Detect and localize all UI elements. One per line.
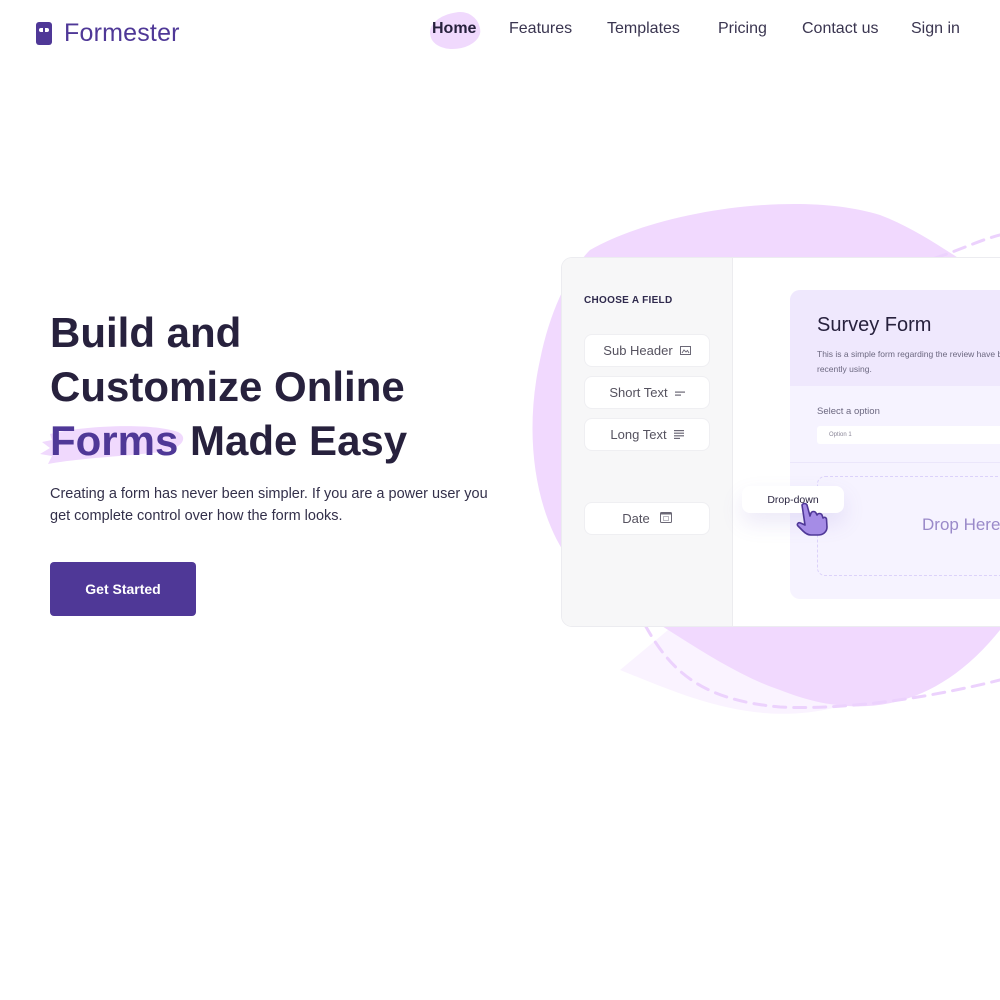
hero-title-accent: Forms	[50, 417, 179, 464]
long-text-icon	[673, 427, 684, 442]
form-description: This is a simple form regarding the revi…	[817, 349, 1000, 374]
field-label: Sub Header	[603, 343, 673, 358]
hand-pointer-icon	[796, 502, 828, 536]
form-title: Survey Form	[817, 314, 932, 336]
image-icon	[679, 343, 691, 358]
nav-home[interactable]: Home	[432, 20, 476, 38]
select-label: Select a option	[817, 406, 880, 417]
nav-sign-in[interactable]: Sign in	[911, 20, 960, 38]
field-short-text[interactable]: Short Text	[584, 376, 710, 409]
hero-title-line-1: Build and	[50, 309, 242, 356]
field-date[interactable]: Date	[584, 502, 710, 535]
hero-title-rest: Made Easy	[178, 417, 408, 464]
get-started-button[interactable]: Get Started	[50, 562, 196, 616]
calendar-icon	[659, 511, 672, 526]
short-text-icon	[674, 385, 685, 400]
form-divider	[790, 462, 1000, 463]
nav-templates[interactable]: Templates	[607, 20, 680, 38]
field-label: Date	[622, 511, 650, 526]
field-label: Long Text	[610, 427, 667, 442]
hero-title-line-2: Customize Online	[50, 363, 405, 410]
dashed-line-top	[933, 233, 1000, 260]
nav-features[interactable]: Features	[509, 20, 572, 38]
main-nav: Home Features Templates Pricing Contact …	[0, 20, 1000, 44]
drop-zone[interactable]: Drop Here	[817, 476, 1000, 576]
survey-form-card: Survey Form This is a simple form regard…	[790, 290, 1000, 599]
field-panel: CHOOSE A FIELD Sub Header Short Text Lon…	[562, 258, 733, 626]
nav-contact-us[interactable]: Contact us	[802, 20, 878, 38]
hero-description: Creating a form has never been simpler. …	[50, 486, 488, 524]
hero-title: Build and Customize Online Forms Made Ea…	[50, 306, 510, 468]
field-sub-header[interactable]: Sub Header	[584, 334, 710, 367]
form-builder-preview: CHOOSE A FIELD Sub Header Short Text Lon…	[562, 258, 1000, 626]
panel-title: CHOOSE A FIELD	[584, 295, 673, 306]
drop-zone-text: Drop Here	[922, 515, 1000, 534]
field-long-text[interactable]: Long Text	[584, 418, 710, 451]
field-label: Short Text	[609, 385, 668, 400]
select-dropdown[interactable]: Option 1	[817, 426, 1000, 444]
form-header: Survey Form This is a simple form regard…	[790, 290, 1000, 386]
nav-pricing[interactable]: Pricing	[718, 20, 767, 38]
